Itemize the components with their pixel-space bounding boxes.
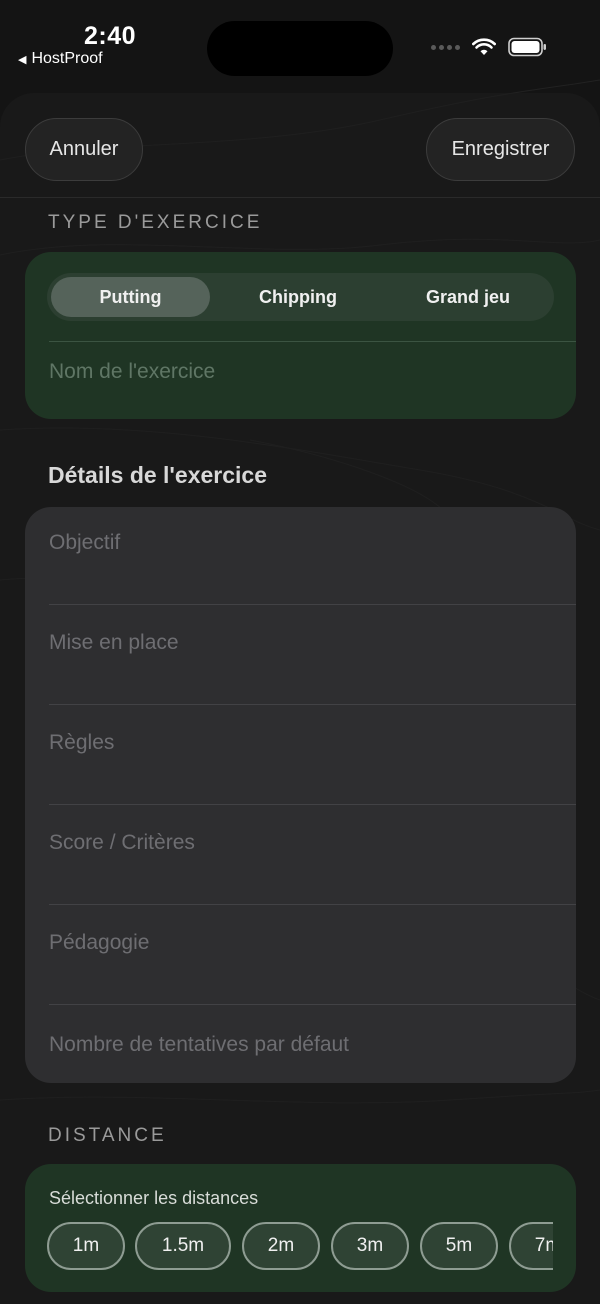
- status-bar: 2:40 ◀ HostProof: [0, 0, 600, 80]
- distance-chip-1m[interactable]: 1m: [47, 1222, 125, 1270]
- field-divider: [49, 804, 576, 805]
- details-card: Objectif Mise en place Règles Score / Cr…: [25, 507, 576, 1083]
- segment-grand-jeu[interactable]: Grand jeu: [386, 277, 550, 317]
- field-divider: [49, 904, 576, 905]
- segment-putting[interactable]: Putting: [51, 277, 210, 317]
- header-divider: [0, 197, 600, 198]
- back-arrow-icon: ◀: [18, 53, 27, 66]
- distance-subtitle: Sélectionner les distances: [49, 1188, 259, 1208]
- distance-chip-5m[interactable]: 5m: [420, 1222, 498, 1270]
- setup-field[interactable]: Mise en place: [49, 631, 552, 655]
- dynamic-island: [207, 21, 393, 76]
- type-card-divider: [49, 341, 576, 342]
- rules-field[interactable]: Règles: [49, 731, 552, 755]
- field-divider: [49, 704, 576, 705]
- distance-chip-2m[interactable]: 2m: [242, 1222, 320, 1270]
- status-time: 2:40: [84, 22, 137, 50]
- distance-chip-3m[interactable]: 3m: [331, 1222, 409, 1270]
- default-attempts-field[interactable]: Nombre de tentatives par défaut: [49, 1033, 552, 1057]
- distance-chip-7m[interactable]: 7m: [509, 1222, 553, 1270]
- field-divider: [49, 604, 576, 605]
- pedagogy-field[interactable]: Pédagogie: [49, 931, 552, 955]
- distance-section-label: DISTANCE: [48, 1125, 167, 1146]
- segment-chipping[interactable]: Chipping: [215, 277, 381, 317]
- back-app-label: HostProof: [31, 50, 103, 67]
- score-criteria-field[interactable]: Score / Critères: [49, 831, 552, 855]
- exercise-type-card: Putting Chipping Grand jeu Nom de l'exer…: [25, 252, 576, 419]
- details-section-title: Détails de l'exercice: [48, 462, 267, 488]
- exercise-type-segmented-control: Putting Chipping Grand jeu: [47, 273, 554, 321]
- distance-chip-1-5m[interactable]: 1.5m: [135, 1222, 231, 1270]
- cancel-button[interactable]: Annuler: [25, 118, 143, 181]
- objective-field[interactable]: Objectif: [49, 531, 552, 555]
- back-to-app-link[interactable]: ◀ HostProof: [18, 50, 103, 68]
- battery-icon: [508, 37, 546, 57]
- distance-card: Sélectionner les distances 1m 1.5m 2m 3m…: [25, 1164, 576, 1292]
- field-divider: [49, 1004, 576, 1005]
- save-button[interactable]: Enregistrer: [426, 118, 575, 181]
- status-icons: [431, 37, 548, 57]
- distance-chips-scroll[interactable]: 1m 1.5m 2m 3m 5m 7m: [47, 1222, 553, 1274]
- cellular-signal-icon: [431, 44, 460, 50]
- exercise-name-input[interactable]: Nom de l'exercice: [49, 360, 549, 400]
- wifi-icon: [472, 38, 496, 55]
- exercise-type-section-label: TYPE D'EXERCICE: [48, 212, 263, 233]
